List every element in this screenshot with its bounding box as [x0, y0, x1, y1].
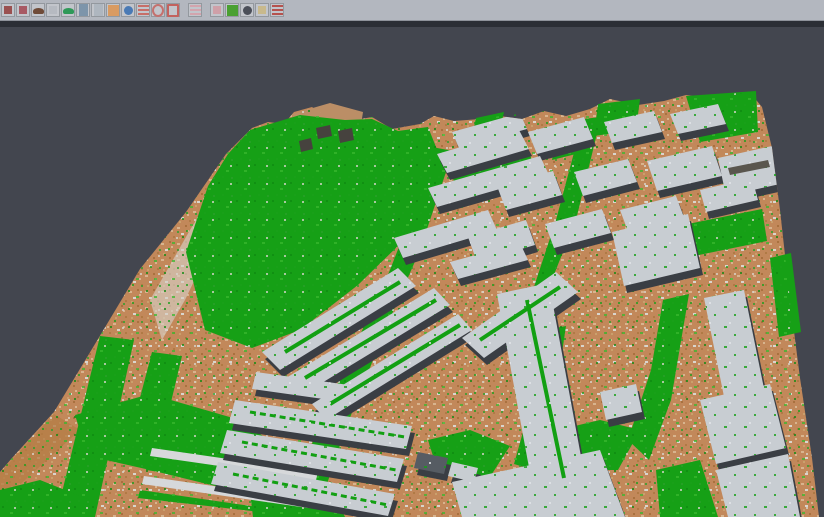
brackets-red-icon-glyph	[167, 4, 179, 17]
points-light-icon-glyph	[49, 6, 57, 14]
square-orange-icon-glyph	[108, 5, 119, 16]
application-window	[0, 0, 824, 517]
viewport-3d[interactable]	[0, 0, 824, 517]
square-orange-icon[interactable]	[106, 3, 120, 17]
grid-pink-icon[interactable]	[188, 3, 202, 17]
terrain-green-icon-glyph	[63, 8, 74, 14]
ring-red-icon-glyph	[152, 4, 164, 17]
terrain-brown-icon[interactable]	[31, 3, 45, 17]
toolbar-separator	[0, 21, 824, 27]
panel-gray-icon[interactable]	[91, 3, 105, 17]
panel-blue-icon-glyph	[79, 4, 88, 16]
panel-gray-icon-glyph	[94, 4, 103, 16]
classes-green-icon-glyph	[227, 5, 238, 16]
checker-pink-icon[interactable]	[210, 3, 224, 17]
terrain-green-icon[interactable]	[61, 3, 75, 17]
bars-red-icon[interactable]	[270, 3, 284, 17]
main-toolbar	[0, 0, 824, 21]
points-multi-icon-glyph	[19, 6, 27, 14]
sphere-dark-icon[interactable]	[240, 3, 254, 17]
checker-pink-icon-glyph	[213, 6, 221, 14]
bars-red-icon-glyph	[272, 5, 283, 15]
brackets-red-icon[interactable]	[166, 3, 180, 17]
globe-blue-icon-glyph	[124, 6, 133, 15]
points-multi-icon[interactable]	[16, 3, 30, 17]
stripes-red-icon-glyph	[138, 5, 149, 15]
terrain-mesh-render	[0, 0, 824, 517]
sheet-tan-icon[interactable]	[255, 3, 269, 17]
points-red-icon-glyph	[4, 6, 12, 14]
classes-green-icon[interactable]	[225, 3, 239, 17]
points-light-icon[interactable]	[46, 3, 60, 17]
terrain-brown-icon-glyph	[33, 8, 44, 14]
ring-red-icon[interactable]	[151, 3, 165, 17]
panel-blue-icon[interactable]	[76, 3, 90, 17]
sphere-dark-icon-glyph	[243, 6, 252, 15]
sheet-tan-icon-glyph	[258, 6, 266, 14]
grid-pink-icon-glyph	[190, 5, 201, 15]
globe-blue-icon[interactable]	[121, 3, 135, 17]
stripes-red-icon[interactable]	[136, 3, 150, 17]
points-red-icon[interactable]	[1, 3, 15, 17]
